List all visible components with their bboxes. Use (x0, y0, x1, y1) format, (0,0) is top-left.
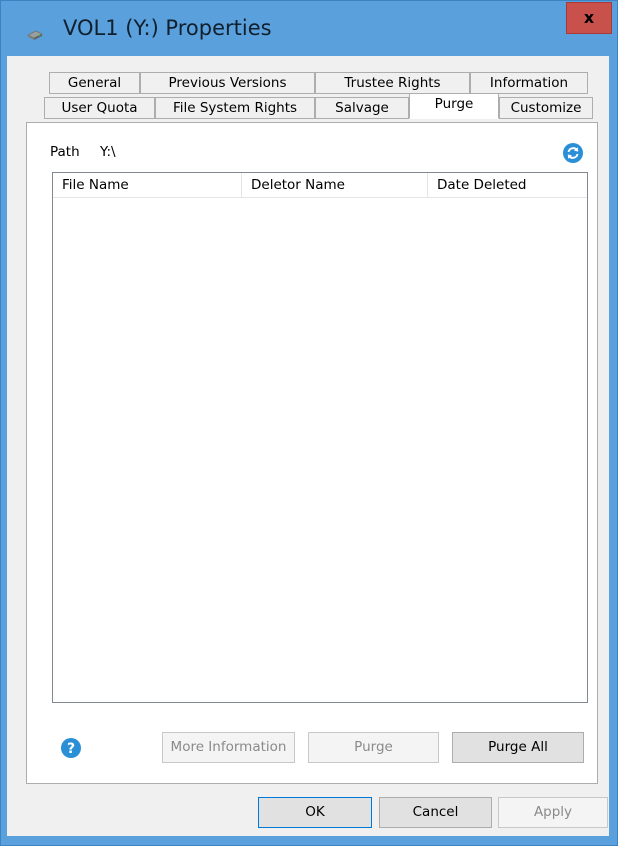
deleted-files-list[interactable]: File Name Deletor Name Date Deleted (52, 172, 588, 703)
tab-trustee-rights[interactable]: Trustee Rights (315, 72, 470, 94)
path-label: Path (50, 144, 80, 160)
help-icon[interactable]: ? (60, 737, 82, 759)
tab-general[interactable]: General (49, 72, 140, 94)
refresh-icon[interactable] (562, 142, 584, 164)
path-value: Y:\ (100, 144, 116, 160)
ok-button[interactable]: OK (258, 797, 372, 828)
drive-icon (27, 30, 43, 40)
column-header-date-deleted[interactable]: Date Deleted (428, 173, 587, 198)
title-bar[interactable]: VOL1 (Y:) Properties x (1, 1, 617, 57)
tab-customize[interactable]: Customize (499, 97, 593, 119)
tab-previous-versions[interactable]: Previous Versions (140, 72, 315, 94)
apply-button[interactable]: Apply (498, 797, 608, 828)
column-header-file-name[interactable]: File Name (53, 173, 242, 198)
svg-text:?: ? (67, 741, 75, 757)
tab-user-quota[interactable]: User Quota (44, 97, 155, 119)
column-header-deletor-name[interactable]: Deletor Name (242, 173, 428, 198)
tab-purge[interactable]: Purge (409, 93, 499, 119)
tab-file-system-rights[interactable]: File System Rights (155, 97, 315, 119)
close-button[interactable]: x (566, 2, 612, 34)
purge-all-button[interactable]: Purge All (452, 732, 584, 763)
cancel-button[interactable]: Cancel (379, 797, 492, 828)
purge-button[interactable]: Purge (308, 732, 439, 763)
tab-salvage[interactable]: Salvage (315, 97, 409, 119)
tab-information[interactable]: Information (470, 72, 588, 94)
more-information-button[interactable]: More Information (162, 732, 295, 763)
window-title: VOL1 (Y:) Properties (63, 16, 272, 40)
